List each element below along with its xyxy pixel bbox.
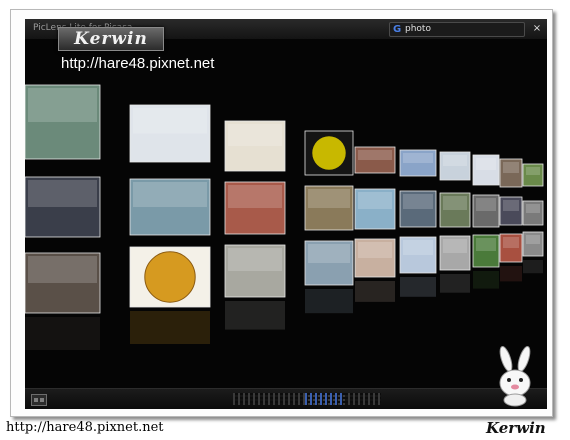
- photo-texture-highlight: [526, 204, 540, 213]
- photo-grey-pattern-highlight: [526, 235, 540, 244]
- photo-old-prints-highlight: [28, 256, 97, 283]
- photo-group-suits-highlight: [28, 180, 97, 207]
- photo-couple-bw-reflection: [225, 301, 285, 330]
- photo-people-street-highlight: [503, 162, 519, 173]
- photo-website-screenshot-highlight: [133, 108, 207, 134]
- photo-red-abstract-highlight: [503, 237, 519, 248]
- photo-collage-people-highlight: [133, 182, 207, 207]
- photo-web-blue-highlight: [403, 240, 433, 255]
- photo-tall-building-reflection: [440, 274, 470, 293]
- photo-cloudy-sky-highlight: [403, 153, 433, 163]
- footer-signature: Kerwin: [486, 419, 546, 437]
- photo-person-portrait-highlight: [503, 200, 519, 211]
- photo-web-page-highlight: [476, 158, 496, 170]
- photo-couple-street-highlight: [403, 194, 433, 209]
- photo-modern-house-highlight: [308, 244, 350, 263]
- photo-web-blue-reflection: [400, 277, 436, 297]
- photo-mosaic-portrait-highlight: [228, 185, 282, 208]
- photo-modern-house-reflection: [305, 289, 353, 314]
- photo-crowd-highlight: [358, 150, 392, 160]
- footer-url: http://hare48.pixnet.net: [6, 420, 164, 435]
- photo-grey-pattern-reflection: [523, 260, 543, 274]
- watermark-logo-text: Kerwin: [74, 29, 148, 49]
- photo-plants-highlight: [526, 167, 540, 175]
- photo-web-grid-highlight: [443, 155, 467, 166]
- photo-green-field-reflection: [473, 271, 499, 289]
- watermark-logo: Kerwin: [58, 27, 164, 51]
- page-scrubber-active[interactable]: [305, 393, 345, 405]
- photo-couple-bw-highlight: [228, 248, 282, 271]
- piclens-window: PicLens Lite for Picasa G photo ×: [25, 19, 547, 409]
- photo-old-prints-reflection: [25, 317, 100, 350]
- photo-gold-coin-reflection: [130, 311, 210, 344]
- gold-coin-icon: [144, 251, 196, 303]
- photo-city-walk-highlight: [476, 198, 496, 211]
- photo-red-abstract-reflection: [500, 266, 522, 282]
- photo-statue-liberty-highlight: [358, 192, 392, 209]
- photo-map-page-highlight: [358, 242, 392, 258]
- bottom-bar: [25, 388, 547, 409]
- photo-map-page-reflection: [355, 281, 395, 302]
- grid-view-icon[interactable]: [31, 394, 47, 406]
- photo-people-outdoor-highlight: [443, 196, 467, 210]
- photo-building-highlight: [308, 189, 350, 208]
- photo-green-field-highlight: [476, 238, 496, 251]
- photo-couple-pool-highlight: [28, 88, 97, 122]
- photo-tall-building-highlight: [443, 239, 467, 253]
- photo-sketch-figures-highlight: [228, 124, 282, 146]
- yellow-ball-icon: [312, 136, 346, 170]
- watermark-url: http://hare48.pixnet.net: [61, 55, 215, 72]
- rabbit-mascot-icon: [499, 346, 531, 407]
